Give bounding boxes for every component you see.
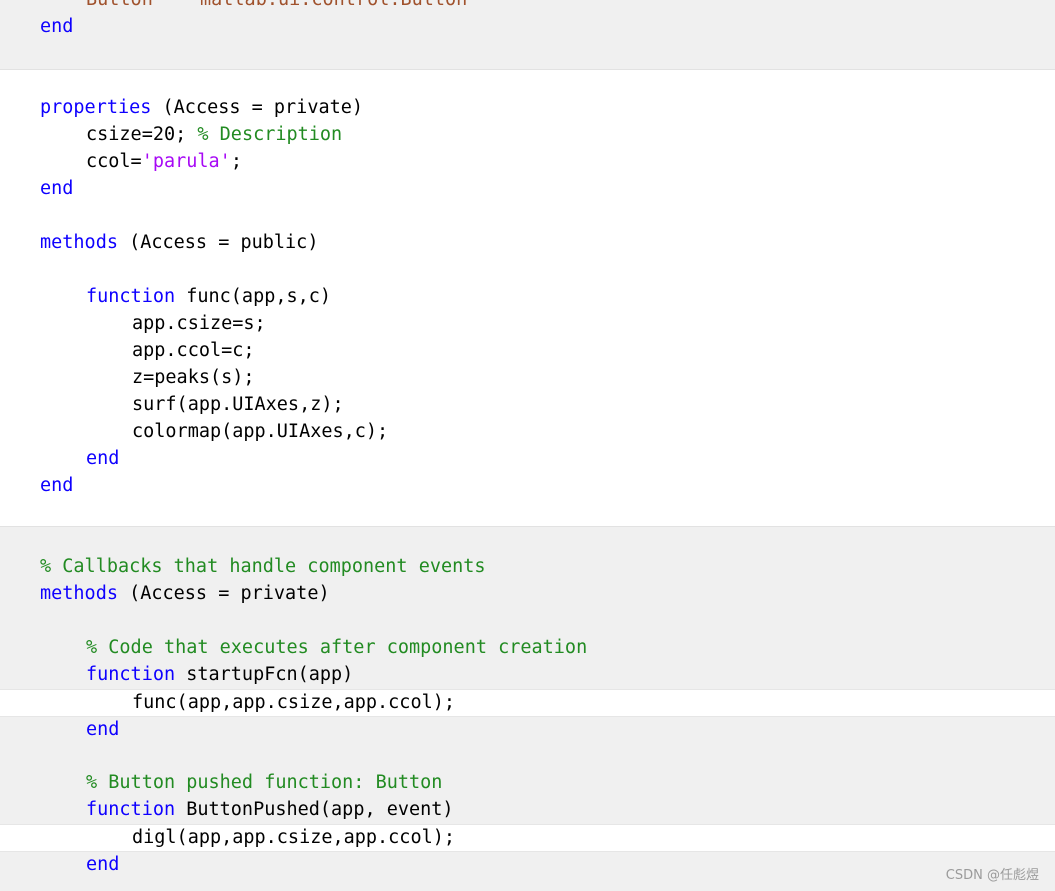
code-line[interactable]: app.csize=s;	[0, 310, 1055, 337]
end-keyword: end	[40, 178, 74, 199]
function-keyword: function	[86, 799, 176, 820]
end-keyword: end	[40, 16, 74, 37]
statement: app.ccol=c;	[132, 340, 255, 361]
button-comment: % Button pushed function: Button	[86, 772, 443, 793]
code-line: function startupFcn(app)	[0, 661, 1055, 688]
startup-comment: % Code that executes after component cre…	[86, 637, 588, 658]
startup-signature: startupFcn(app)	[175, 664, 354, 685]
button-body-statement: digl(app,app.csize,app.ccol);	[132, 827, 456, 848]
statement: colormap(app.UIAxes,c);	[132, 421, 389, 442]
properties-keyword: properties	[40, 97, 152, 118]
code-line[interactable]: end	[0, 175, 1055, 202]
code-line[interactable]: methods (Access = public)	[0, 229, 1055, 256]
function-signature: func(app,s,c)	[175, 286, 332, 307]
code-line: methods (Access = private)	[0, 580, 1055, 607]
code-line[interactable]: z=peaks(s);	[0, 364, 1055, 391]
code-line: % Code that executes after component cre…	[0, 634, 1055, 661]
code-line: end	[0, 13, 1055, 40]
code-line[interactable]: csize=20; % Description	[0, 121, 1055, 148]
startup-body-statement: func(app,app.csize,app.ccol);	[132, 692, 456, 713]
code-line[interactable]: digl(app,app.csize,app.ccol);	[0, 824, 1055, 851]
code-line[interactable]: end	[0, 445, 1055, 472]
description-comment: % Description	[197, 124, 343, 145]
code-line[interactable]: app.ccol=c;	[0, 337, 1055, 364]
code-line[interactable]: colormap(app.UIAxes,c);	[0, 418, 1055, 445]
csdn-watermark: CSDN @任彪煜	[945, 868, 1039, 883]
code-line[interactable]: surf(app.UIAxes,z);	[0, 391, 1055, 418]
statement: app.csize=s;	[132, 313, 266, 334]
function-keyword: function	[86, 664, 176, 685]
code-line[interactable]: end	[0, 472, 1055, 499]
code-line: % Callbacks that handle component events	[0, 553, 1055, 580]
end-keyword: end	[86, 448, 120, 469]
code-line: end	[0, 851, 1055, 878]
end-keyword: end	[86, 719, 120, 740]
ccol-suffix: ;	[230, 151, 242, 172]
ccol-string: 'parula'	[141, 151, 231, 172]
function-keyword: function	[86, 286, 176, 307]
code-line: end	[0, 716, 1055, 743]
methods-keyword: methods	[40, 583, 118, 604]
code-line[interactable]: func(app,app.csize,app.ccol);	[0, 689, 1055, 716]
statement: z=peaks(s);	[132, 367, 255, 388]
code-line: % Button pushed function: Button	[0, 769, 1055, 796]
code-line: function ButtonPushed(app, event)	[0, 796, 1055, 823]
access-attribute: (Access = private)	[151, 97, 364, 118]
code-line[interactable]: function func(app,s,c)	[0, 283, 1055, 310]
code-editor[interactable]: Button matlab.ui.control.Button end prop…	[0, 0, 1055, 891]
button-signature: ButtonPushed(app, event)	[175, 799, 454, 820]
property-type: matlab.ui.control.Button	[200, 0, 467, 13]
ccol-prefix: ccol=	[86, 151, 142, 172]
access-attribute: (Access = private)	[117, 583, 330, 604]
methods-keyword: methods	[40, 232, 118, 253]
code-line[interactable]: ccol='parula';	[0, 148, 1055, 175]
code-line[interactable]: properties (Access = private)	[0, 94, 1055, 121]
statement: surf(app.UIAxes,z);	[132, 394, 344, 415]
csize-code: csize=20;	[86, 124, 198, 145]
callbacks-comment: % Callbacks that handle component events	[40, 556, 486, 577]
access-attribute: (Access = public)	[117, 232, 319, 253]
code-line: Button matlab.ui.control.Button	[0, 0, 1055, 13]
end-keyword: end	[86, 854, 120, 875]
property-name: Button	[86, 0, 153, 13]
end-keyword: end	[40, 475, 74, 496]
